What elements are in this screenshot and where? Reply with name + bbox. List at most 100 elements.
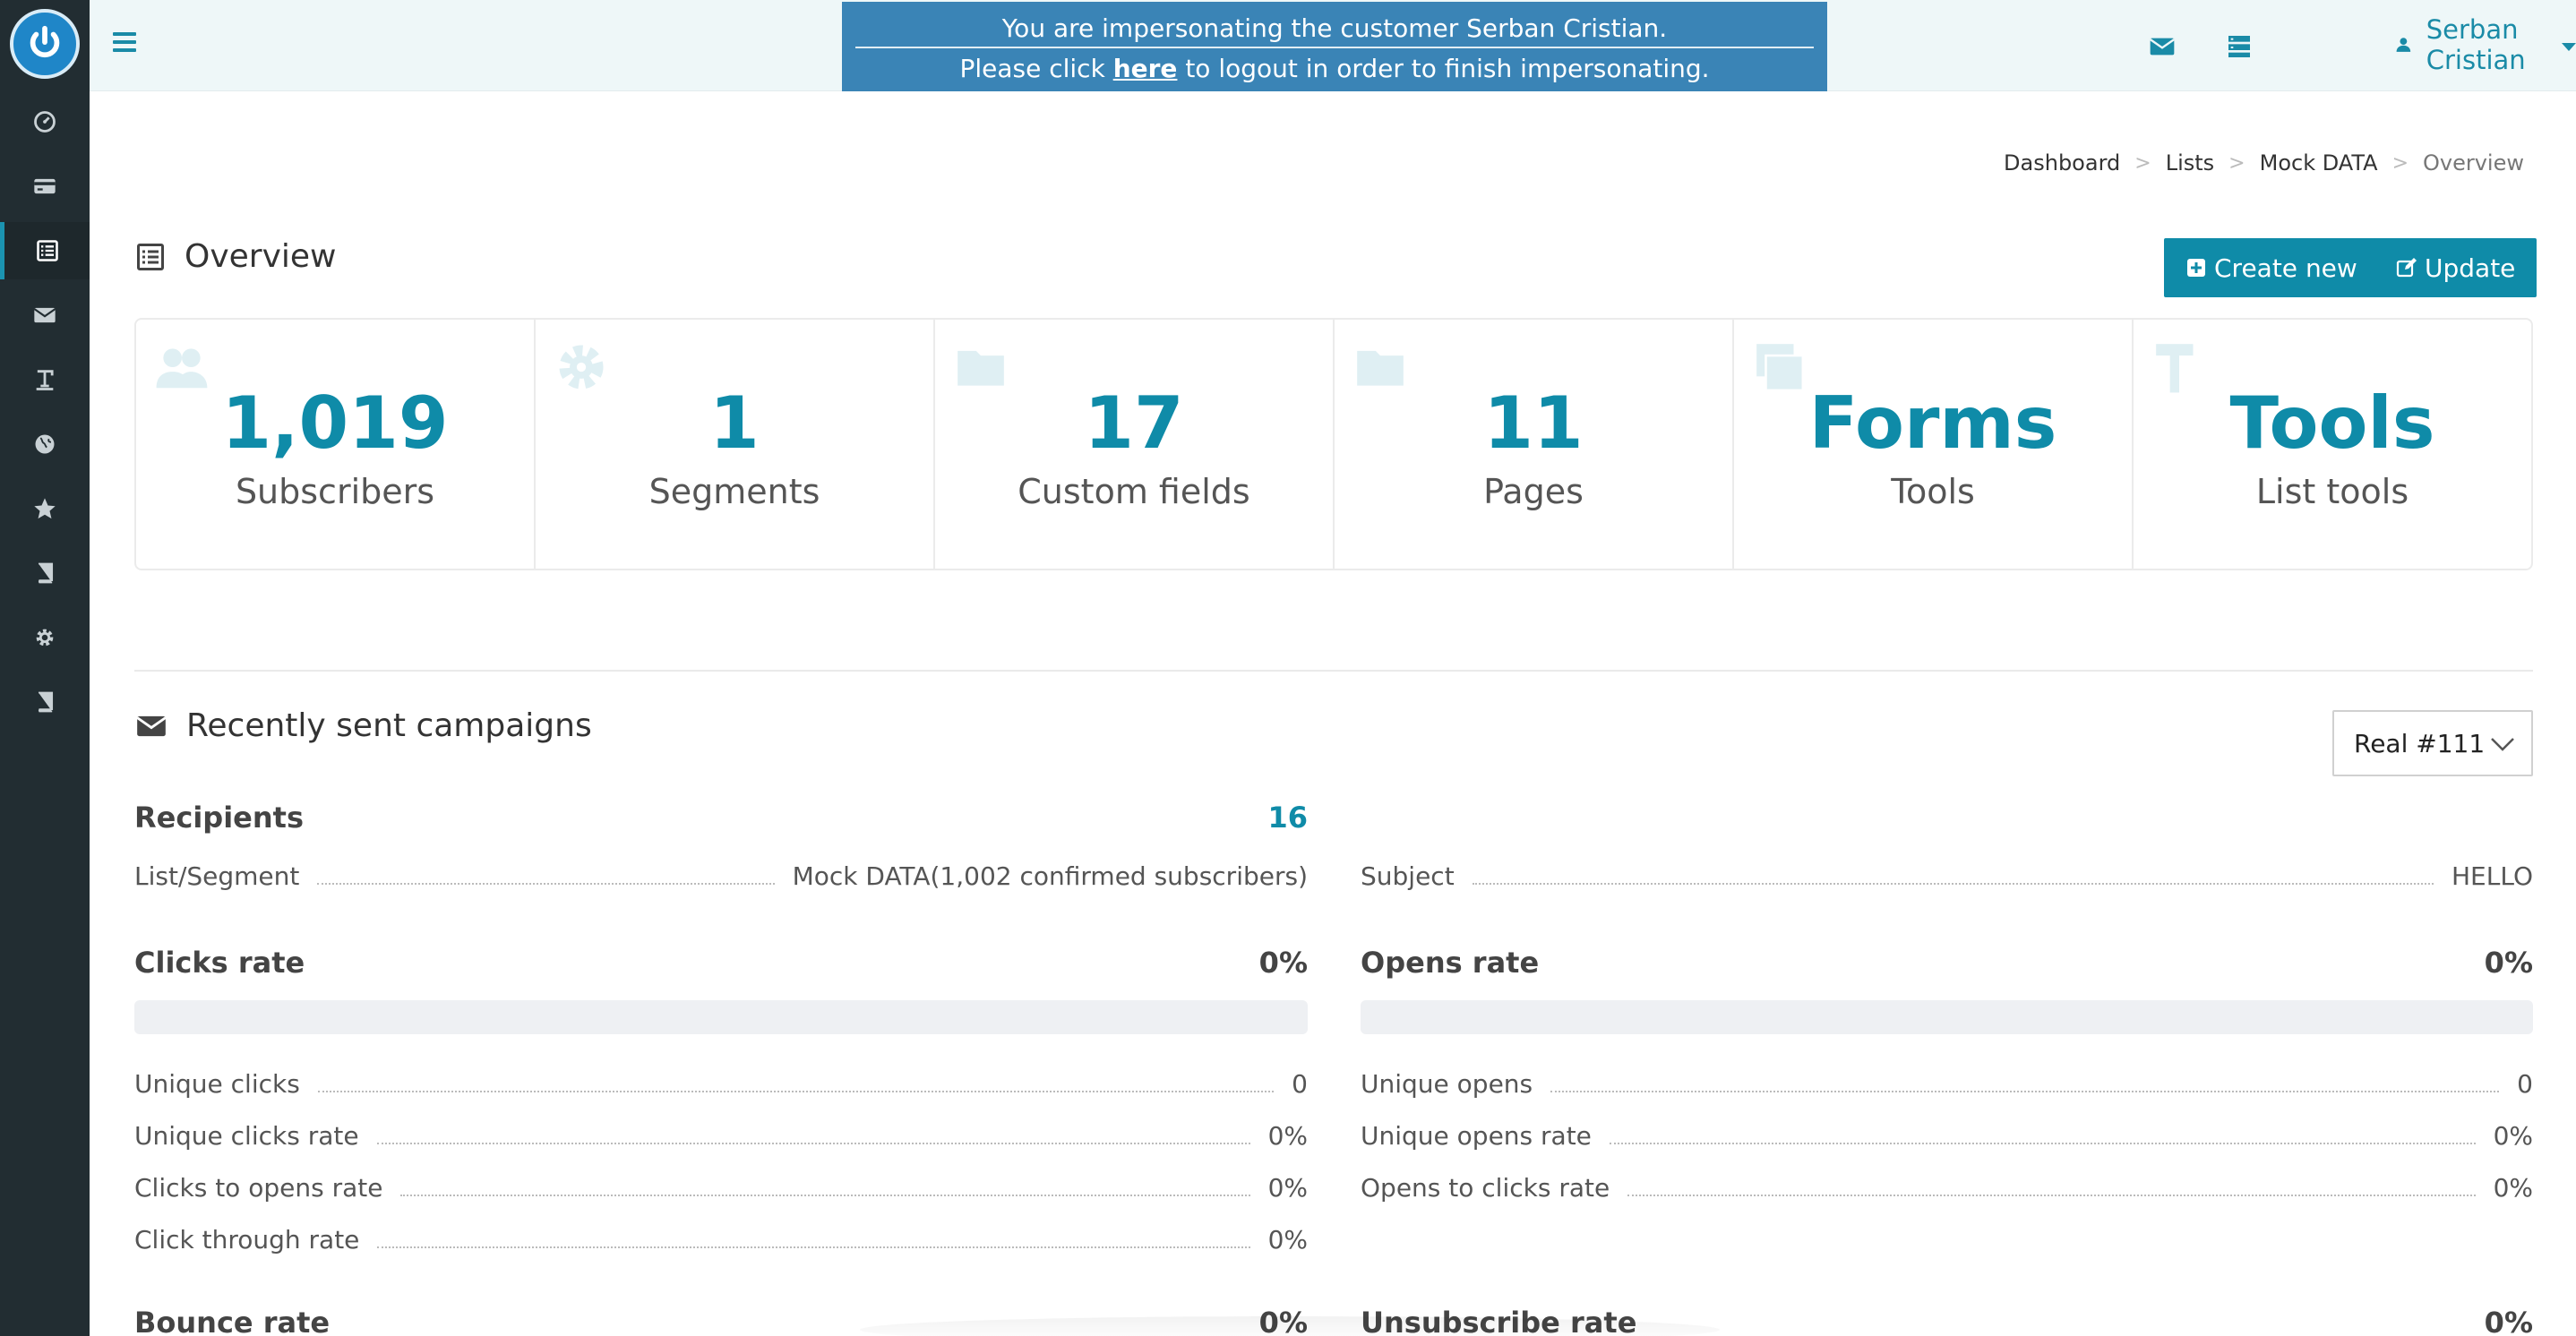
breadcrumb-current: Overview bbox=[2423, 150, 2524, 176]
stat-label: Tools bbox=[1891, 472, 1975, 511]
recipients-value: 16 bbox=[1267, 801, 1308, 835]
list-icon bbox=[137, 243, 164, 270]
update-button[interactable]: Update bbox=[2374, 238, 2537, 297]
opens-rate-label: Opens rate bbox=[1361, 946, 1540, 980]
stat-label: Pages bbox=[1483, 472, 1584, 511]
book-icon bbox=[38, 562, 54, 584]
sidebar-item-docs[interactable] bbox=[0, 673, 90, 731]
breadcrumb-lists[interactable]: Lists bbox=[2166, 150, 2214, 176]
sidebar-item-campaigns[interactable] bbox=[0, 287, 90, 344]
credit-card-icon bbox=[34, 178, 56, 194]
opens-rate-value: 0% bbox=[2484, 946, 2533, 980]
metric-row: Opens to clicks rate 0% bbox=[1361, 1173, 2533, 1203]
stat-segments[interactable]: 1 Segments bbox=[536, 320, 935, 569]
list-segment-row: List/Segment Mock DATA(1,002 confirmed s… bbox=[134, 861, 1308, 891]
metric-row: Unique opens rate 0% bbox=[1361, 1121, 2533, 1151]
section-divider bbox=[134, 670, 2533, 672]
sidebar-item-favorites[interactable] bbox=[0, 480, 90, 537]
create-new-button[interactable]: Create new bbox=[2164, 238, 2379, 297]
power-icon bbox=[30, 25, 60, 58]
impersonation-message: You are impersonating the customer Serba… bbox=[1001, 13, 1668, 43]
plus-square-icon bbox=[2187, 259, 2205, 277]
bounce-rate-label: Bounce rate bbox=[134, 1306, 331, 1336]
edit-icon bbox=[2396, 258, 2417, 278]
chevron-down-icon bbox=[2562, 42, 2576, 51]
sidebar bbox=[0, 0, 90, 1336]
sidebar-item-dashboard[interactable] bbox=[0, 93, 90, 150]
overview-heading: Overview bbox=[134, 238, 337, 275]
opens-rate-progress bbox=[1361, 1000, 2533, 1034]
gear-icon bbox=[559, 345, 604, 390]
gear-icon bbox=[36, 629, 54, 647]
folder-icon bbox=[957, 350, 1004, 386]
metric-row: Click through rate 0% bbox=[134, 1225, 1308, 1255]
stat-label: Segments bbox=[648, 472, 820, 511]
folder-icon bbox=[1357, 350, 1404, 386]
envelope-icon bbox=[136, 715, 167, 736]
logout-impersonation-link[interactable]: here bbox=[1113, 54, 1178, 83]
recipients-label: Recipients bbox=[134, 801, 304, 835]
stat-value: 1,019 bbox=[221, 381, 449, 465]
sidebar-item-servers[interactable] bbox=[0, 415, 90, 473]
envelope-icon bbox=[33, 307, 56, 323]
sidebar-item-billing[interactable] bbox=[0, 158, 90, 215]
page-title: Overview bbox=[185, 238, 337, 275]
selected-campaign: Real #111 bbox=[2354, 728, 2486, 758]
app-logo[interactable] bbox=[10, 9, 80, 79]
stat-forms[interactable]: Forms Tools bbox=[1734, 320, 2134, 569]
metric-row: Unique clicks rate 0% bbox=[134, 1121, 1308, 1151]
server-icon[interactable] bbox=[2225, 32, 2254, 61]
scroll-shadow bbox=[860, 1316, 1720, 1336]
user-menu[interactable]: Serban Cristian bbox=[2395, 14, 2576, 75]
stat-label: Subscribers bbox=[235, 472, 435, 511]
user-icon bbox=[2396, 38, 2411, 52]
campaign-select[interactable]: Real #111 bbox=[2332, 710, 2533, 776]
sidebar-item-settings[interactable] bbox=[0, 609, 90, 666]
stat-label: List tools bbox=[2255, 472, 2409, 511]
stat-custom-fields[interactable]: 17 Custom fields bbox=[935, 320, 1335, 569]
user-name: Serban Cristian bbox=[2426, 14, 2526, 75]
clicks-rate-value: 0% bbox=[1258, 946, 1308, 980]
stat-value: 17 bbox=[1084, 381, 1184, 465]
stat-pages[interactable]: 11 Pages bbox=[1335, 320, 1734, 569]
stat-value: 1 bbox=[709, 381, 760, 465]
chevron-down-icon bbox=[2491, 738, 2514, 751]
sidebar-item-templates[interactable] bbox=[0, 351, 90, 408]
unsubscribe-rate-value: 0% bbox=[2484, 1306, 2533, 1336]
subject-value: HELLO bbox=[2451, 861, 2533, 891]
campaigns-heading: Recently sent campaigns bbox=[134, 707, 592, 744]
metric-row: Clicks to opens rate 0% bbox=[134, 1173, 1308, 1203]
stat-value: Tools bbox=[2229, 381, 2435, 465]
text-icon bbox=[36, 370, 54, 390]
stat-value: 11 bbox=[1483, 381, 1584, 465]
breadcrumb-dashboard[interactable]: Dashboard bbox=[2004, 150, 2120, 176]
menu-toggle-icon[interactable] bbox=[113, 32, 140, 59]
impersonation-banner: You are impersonating the customer Serba… bbox=[842, 2, 1827, 91]
section-title: Recently sent campaigns bbox=[186, 707, 592, 744]
globe-icon bbox=[35, 434, 55, 454]
impersonation-instructions: Please click here to logout in order to … bbox=[959, 54, 1710, 83]
list-segment-value: Mock DATA(1,002 confirmed subscribers) bbox=[792, 861, 1308, 891]
overview-stats: 1,019 Subscribers 1 Segments 17 Custom f… bbox=[134, 318, 2533, 570]
dashboard-icon bbox=[34, 111, 56, 133]
sidebar-item-lists[interactable] bbox=[0, 222, 90, 279]
windows-icon bbox=[1756, 344, 1805, 392]
clicks-rate-progress bbox=[134, 1000, 1308, 1034]
envelope-icon[interactable] bbox=[2148, 32, 2177, 61]
clicks-rate-label: Clicks rate bbox=[134, 946, 305, 980]
stat-value: Forms bbox=[1808, 381, 2057, 465]
star-icon bbox=[34, 498, 56, 519]
stat-tools[interactable]: Tools List tools bbox=[2134, 320, 2531, 569]
list-icon bbox=[36, 240, 58, 261]
top-header: You are impersonating the customer Serba… bbox=[90, 0, 2576, 91]
sidebar-item-articles[interactable] bbox=[0, 544, 90, 602]
stat-label: Custom fields bbox=[1018, 472, 1250, 511]
book-icon bbox=[38, 691, 54, 713]
users-icon bbox=[156, 348, 208, 389]
metric-row: Unique clicks 0 bbox=[134, 1069, 1308, 1099]
breadcrumb-list[interactable]: Mock DATA bbox=[2260, 150, 2378, 176]
hammer-icon bbox=[2156, 344, 2194, 393]
stat-subscribers[interactable]: 1,019 Subscribers bbox=[136, 320, 536, 569]
subject-row: Subject HELLO bbox=[1361, 861, 2533, 891]
breadcrumb: Dashboard > Lists > Mock DATA > Overview bbox=[2004, 150, 2524, 176]
